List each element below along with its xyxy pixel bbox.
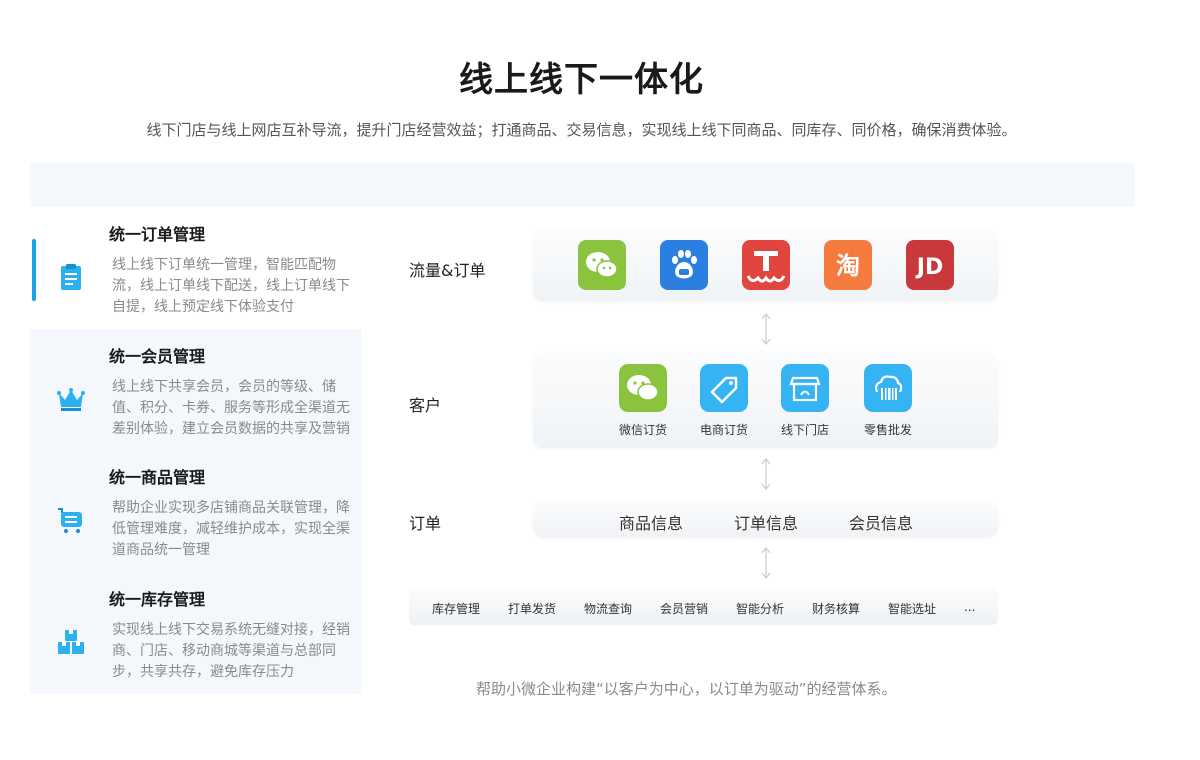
row-label-customer: 客户 xyxy=(409,396,442,415)
feature-description: 帮助企业实现多店铺商品关联管理，降低管理难度，减轻维护成本，实现全渠道商品统一管… xyxy=(112,500,350,556)
feature-list: 统一订单管理 线上线下订单统一管理，智能匹配物流，线上订单线下配送，线上订单线下… xyxy=(30,207,361,694)
customer-channel-retail-wholesale[interactable]: 零售批发 xyxy=(848,364,928,438)
page-title: 线上线下一体化 xyxy=(459,60,704,100)
connector-arrow xyxy=(761,547,771,579)
service-site-selection[interactable]: 智能选址 xyxy=(888,600,936,617)
service-finance[interactable]: 财务核算 xyxy=(812,600,860,617)
service-more[interactable]: ... xyxy=(964,600,975,614)
row-label-order: 订单 xyxy=(409,514,442,533)
service-logistics[interactable]: 物流查询 xyxy=(584,600,632,617)
feature-product-management[interactable]: 统一商品管理 帮助企业实现多店铺商品关联管理，降低管理难度，减轻维护成本，实现全… xyxy=(30,450,361,570)
customer-channel-label: 电商订货 xyxy=(699,423,748,437)
store-icon xyxy=(781,364,829,412)
customer-channel-wechat-order[interactable]: 微信订货 xyxy=(603,364,683,438)
feature-title: 统一订单管理 xyxy=(109,225,206,244)
feature-title: 统一会员管理 xyxy=(109,347,206,366)
tag-icon xyxy=(700,364,748,412)
connector-arrow xyxy=(761,313,771,345)
svg-text:淘: 淘 xyxy=(836,252,860,280)
baidu-icon[interactable] xyxy=(660,240,708,290)
svg-text:JD: JD xyxy=(915,255,943,280)
customer-channel-label: 线下门店 xyxy=(780,423,829,437)
customer-channel-ecommerce-order[interactable]: 电商订货 xyxy=(684,364,764,438)
feature-title: 统一库存管理 xyxy=(109,590,206,609)
active-indicator xyxy=(32,239,36,301)
page-subtitle: 线下门店与线上网店互补导流，提升门店经营效益；打通商品、交易信息，实现线上线下同… xyxy=(146,121,1017,139)
feature-description: 线上线下共享会员，会员的等级、储值、积分、卡券、服务等形成全渠道无差别体验，建立… xyxy=(112,379,350,435)
wechat-icon xyxy=(619,364,667,412)
wechat-icon[interactable] xyxy=(578,240,626,290)
crown-icon xyxy=(56,384,86,414)
feature-title: 统一商品管理 xyxy=(109,468,206,487)
service-shipping[interactable]: 打单发货 xyxy=(508,600,556,617)
connector-arrow xyxy=(761,458,771,490)
row-label-flow: 流量&订单 xyxy=(409,261,486,280)
feature-order-management[interactable]: 统一订单管理 线上线下订单统一管理，智能匹配物流，线上订单线下配送，线上订单线下… xyxy=(30,207,361,327)
jd-icon[interactable]: JD xyxy=(906,240,954,290)
service-analytics[interactable]: 智能分析 xyxy=(736,600,784,617)
feature-description: 线上线下订单统一管理，智能匹配物流，线上订单线下配送，线上订单线下自提，线上预定… xyxy=(112,257,350,313)
service-inventory[interactable]: 库存管理 xyxy=(432,600,480,617)
info-member[interactable]: 会员信息 xyxy=(849,510,913,534)
feature-inventory-management[interactable]: 统一库存管理 实现线上线下交易系统无缝对接，经销商、门店、移动商城等渠道与总部同… xyxy=(30,572,361,692)
info-product[interactable]: 商品信息 xyxy=(619,510,683,534)
customer-channel-label: 零售批发 xyxy=(863,423,912,437)
tmall-icon[interactable] xyxy=(742,240,790,290)
header-band xyxy=(30,163,1135,207)
footer-note: 帮助小微企业构建“以客户为中心，以订单为驱动”的经营体系。 xyxy=(476,680,897,698)
taobao-icon[interactable]: 淘 xyxy=(824,240,872,290)
cloud-barcode-icon xyxy=(864,364,912,412)
service-member-marketing[interactable]: 会员营销 xyxy=(660,600,708,617)
info-order[interactable]: 订单信息 xyxy=(734,510,798,534)
cart-icon xyxy=(56,505,86,535)
feature-member-management[interactable]: 统一会员管理 线上线下共享会员，会员的等级、储值、积分、卡券、服务等形成全渠道无… xyxy=(30,329,361,449)
customer-channel-label: 微信订货 xyxy=(618,423,667,437)
customer-channel-offline-store[interactable]: 线下门店 xyxy=(765,364,845,438)
feature-description: 实现线上线下交易系统无缝对接，经销商、门店、移动商城等渠道与总部同步，共享共存，… xyxy=(112,622,350,678)
boxes-icon xyxy=(56,627,86,657)
clipboard-icon xyxy=(56,262,86,292)
